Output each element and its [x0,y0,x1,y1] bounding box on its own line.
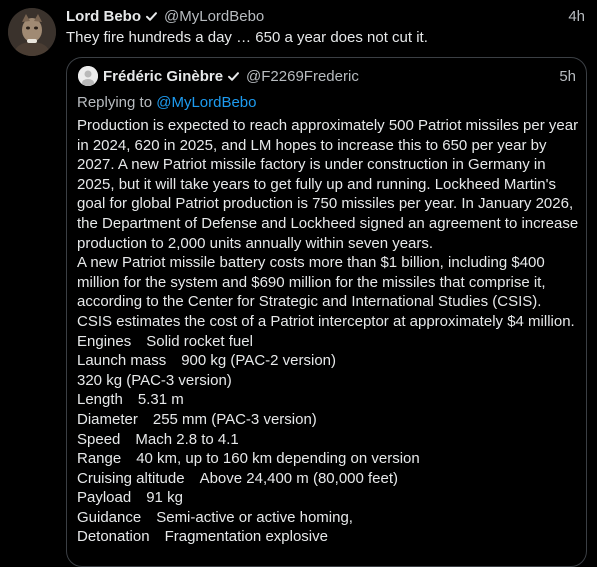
author-name[interactable]: Lord Bebo [66,8,141,25]
author-avatar[interactable] [8,8,56,56]
spec-row: Payload 91 kg [77,488,582,508]
author-handle[interactable]: @MyLordBebo [164,8,264,25]
spec-label: Cruising altitude [77,469,185,487]
tweet-header: Lord Bebo @MyLordBebo 4h [66,6,585,26]
tweet-text: They fire hundreds a day … 650 a year do… [66,29,428,46]
quoted-timestamp[interactable]: 5h [559,68,576,85]
spec-row: 320 kg (PAC-3 version) [77,371,582,391]
spec-row: Cruising altitude Above 24,400 m (80,000 … [77,469,582,489]
spec-value: 255 mm (PAC-3 version) [152,410,317,428]
quoted-avatar-image [78,66,98,86]
quoted-author-avatar[interactable] [78,66,98,86]
spec-value: 5.31 m [137,391,184,409]
spec-row: Guidance Semi-active or active homing, [77,508,582,528]
verified-check-icon [145,10,158,23]
spec-value: Solid rocket fuel [146,332,253,350]
spec-row: Range 40 km, up to 160 km depending on ve… [77,449,582,469]
quoted-paragraph: CSIS estimates the cost of a Patriot int… [77,312,575,330]
spec-value: 40 km, up to 160 km depending on version [136,450,420,468]
spec-row: Length 5.31 m [77,390,582,410]
replying-mention-link[interactable]: @MyLordBebo [156,94,256,111]
spec-label: Speed [77,430,121,448]
spec-label: Range [77,450,122,468]
spec-value: Fragmentation explosive [164,528,328,546]
spec-value: 320 kg (PAC-3 version) [77,371,232,389]
spec-value: Semi-active or active homing, [156,508,353,526]
avatar-image [8,8,56,56]
tweet-timestamp[interactable]: 4h [568,8,585,25]
spec-label: Launch mass [77,352,167,370]
spec-value: 900 kg (PAC-2 version) [181,352,337,370]
quoted-author-name[interactable]: Frédéric Ginèbre [103,68,223,85]
spec-value: 91 kg [146,489,183,507]
spec-row: Speed Mach 2.8 to 4.1 [77,430,582,450]
replying-to: Replying to @MyLordBebo [77,94,257,111]
quoted-paragraph: A new Patriot missile battery costs more… [77,254,546,311]
replying-prefix: Replying to [77,94,153,111]
spec-row: Engines Solid rocket fuel [77,332,582,352]
quoted-tweet-body: Production is expected to reach approxim… [77,116,582,547]
quoted-paragraph: Production is expected to reach approxim… [77,117,579,252]
spec-row: Detonation Fragmentation explosive [77,527,582,547]
spec-label: Guidance [77,508,142,526]
quoted-tweet-header: Frédéric Ginèbre @F2269Frederic 5h [78,65,576,87]
spec-label: Length [77,391,123,409]
spec-value: Above 24,400 m (80,000 feet) [199,469,399,487]
spec-label: Detonation [77,528,150,546]
spec-label: Engines [77,332,132,350]
spec-row: Diameter 255 mm (PAC-3 version) [77,410,582,430]
spec-label: Payload [77,489,132,507]
quoted-author-handle[interactable]: @F2269Frederic [246,68,359,85]
verified-check-icon [227,70,240,83]
quoted-tweet-card[interactable]: Frédéric Ginèbre @F2269Frederic 5h Reply… [66,57,587,567]
spec-value: Mach 2.8 to 4.1 [135,430,239,448]
spec-label: Diameter [77,410,138,428]
spec-row: Launch mass 900 kg (PAC-2 version) [77,351,582,371]
